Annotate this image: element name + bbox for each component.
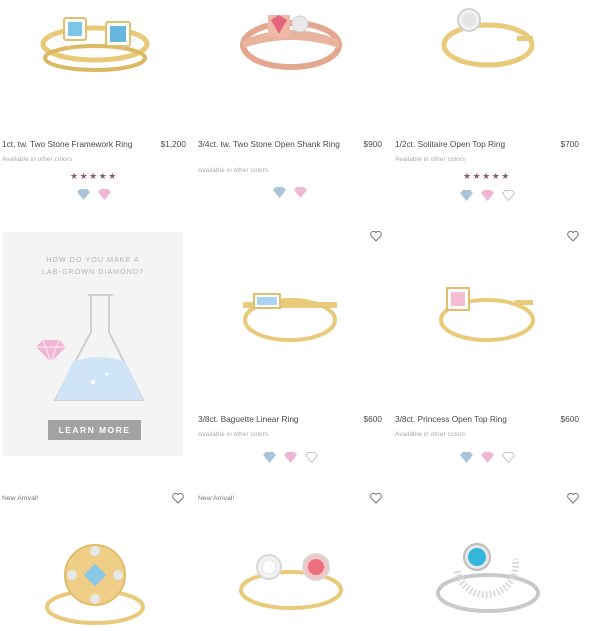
white-diamond-icon[interactable] bbox=[502, 452, 515, 463]
heart-icon[interactable] bbox=[172, 492, 184, 504]
availability-note: Available in other colors bbox=[198, 167, 269, 174]
color-swatches bbox=[77, 189, 111, 200]
product-image[interactable] bbox=[2, 0, 188, 125]
rating-stars: ★★★★★ bbox=[463, 171, 511, 181]
color-swatches bbox=[273, 187, 307, 198]
pink-diamond-icon[interactable] bbox=[481, 190, 494, 201]
promo-line-2: LAB-GROWN DIAMOND? bbox=[41, 267, 145, 276]
heart-icon[interactable] bbox=[567, 492, 579, 504]
product-image[interactable] bbox=[395, 280, 581, 405]
color-swatches bbox=[460, 190, 515, 201]
product-price: $600 bbox=[363, 414, 382, 424]
availability-note: Available in other colors bbox=[395, 431, 466, 438]
product-title[interactable]: 3/8ct. Baguette Linear Ring bbox=[198, 414, 348, 425]
product-price: $600 bbox=[560, 414, 579, 424]
product-price: $700 bbox=[560, 139, 579, 149]
new-arrival-badge: New Arrival! bbox=[2, 495, 39, 502]
product-title[interactable]: 3/8ct. Princess Open Top Ring bbox=[395, 414, 545, 425]
product-title[interactable]: 3/4ct. tw. Two Stone Open Shank Ring bbox=[198, 139, 348, 150]
availability-note: Available in other colors bbox=[198, 431, 269, 438]
availability-note: Available in other colors bbox=[2, 156, 73, 163]
blue-diamond-icon[interactable] bbox=[460, 452, 473, 463]
pink-diamond-icon[interactable] bbox=[481, 452, 494, 463]
blue-diamond-icon[interactable] bbox=[263, 452, 276, 463]
pink-diamond-icon[interactable] bbox=[284, 452, 297, 463]
heart-icon[interactable] bbox=[567, 230, 579, 242]
promo-tile[interactable]: HOW DO YOU MAKE A LAB-GROWN DIAMOND? LEA… bbox=[3, 232, 183, 456]
product-image[interactable] bbox=[198, 280, 384, 405]
product-image[interactable] bbox=[2, 535, 188, 631]
rating-stars: ★★★★★ bbox=[70, 171, 118, 181]
blue-diamond-icon[interactable] bbox=[460, 190, 473, 201]
product-image[interactable] bbox=[395, 535, 581, 631]
blue-diamond-icon[interactable] bbox=[77, 189, 90, 200]
white-diamond-icon[interactable] bbox=[305, 452, 318, 463]
pink-diamond-icon[interactable] bbox=[98, 189, 111, 200]
product-price: $1,200 bbox=[160, 139, 186, 149]
product-title[interactable]: 1ct. tw. Two Stone Framework Ring bbox=[2, 139, 152, 150]
color-swatches bbox=[460, 452, 515, 463]
blue-diamond-icon[interactable] bbox=[273, 187, 286, 198]
color-swatches bbox=[263, 452, 318, 463]
learn-more-button[interactable]: LEARN MORE bbox=[48, 420, 141, 440]
availability-note: Available in other colors bbox=[395, 156, 466, 163]
pink-diamond-icon[interactable] bbox=[294, 187, 307, 198]
pink-diamond-icon bbox=[36, 340, 66, 362]
product-image[interactable] bbox=[198, 545, 384, 631]
new-arrival-badge: New Arrival! bbox=[198, 495, 235, 502]
product-image[interactable] bbox=[395, 0, 581, 125]
product-image[interactable] bbox=[198, 0, 384, 125]
promo-line-1: HOW DO YOU MAKE A bbox=[46, 255, 140, 264]
heart-icon[interactable] bbox=[370, 492, 382, 504]
product-price: $900 bbox=[363, 139, 382, 149]
promo-question: HOW DO YOU MAKE A LAB-GROWN DIAMOND? bbox=[3, 254, 183, 278]
heart-icon[interactable] bbox=[370, 230, 382, 242]
white-diamond-icon[interactable] bbox=[502, 190, 515, 201]
product-title[interactable]: 1/2ct. Solitaire Open Top Ring bbox=[395, 139, 545, 150]
